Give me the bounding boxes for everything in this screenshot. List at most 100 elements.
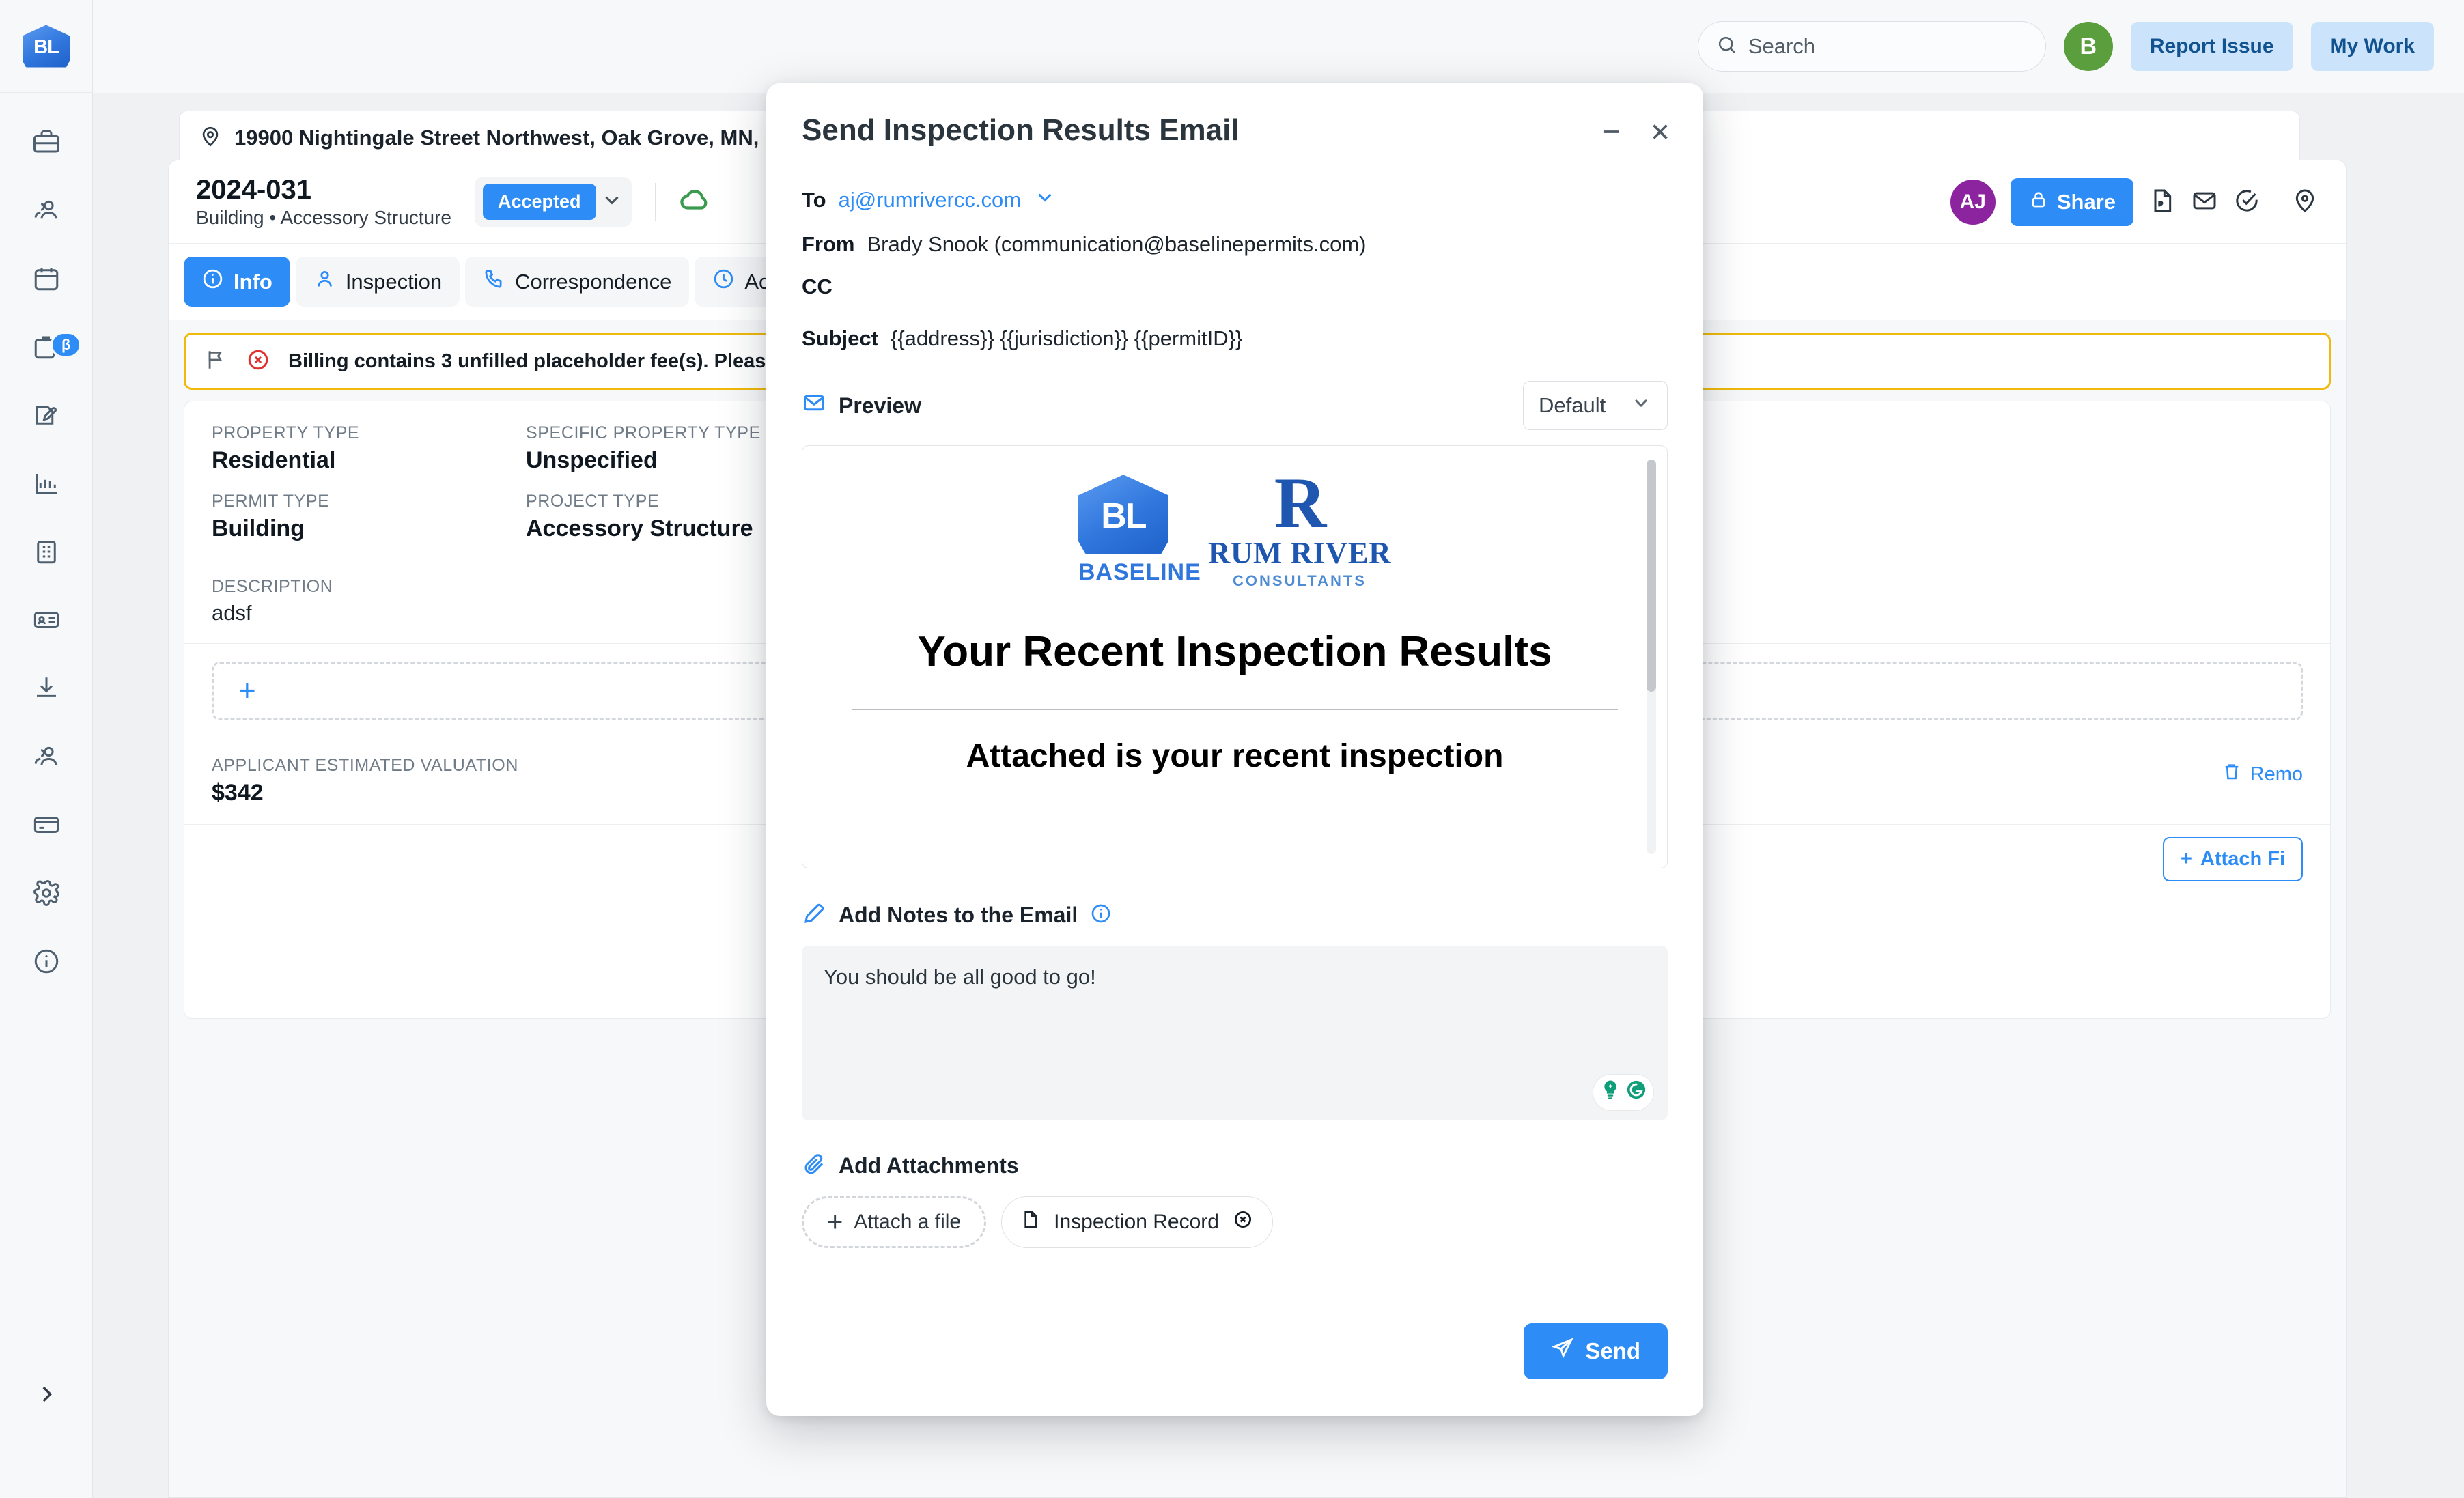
sidebar-item-jurisdictions[interactable] xyxy=(0,519,93,587)
remove-attachment-icon[interactable] xyxy=(1231,1208,1255,1236)
search-icon xyxy=(1716,34,1737,59)
sidebar-item-downloads[interactable] xyxy=(0,655,93,724)
phone-icon xyxy=(483,268,505,296)
field-label: PERMIT TYPE xyxy=(212,492,330,511)
from-value: Brady Snook (communication@baselinepermi… xyxy=(867,232,1367,256)
baseline-logo-icon: BL xyxy=(22,25,70,68)
field-permit-type: PERMIT TYPE Building xyxy=(212,492,526,542)
email-preview-content: BL BASELINE R RUM RIVER CONSULTANTS Your… xyxy=(802,446,1667,775)
close-icon[interactable] xyxy=(1647,119,1673,148)
sidebar-item-inspections[interactable]: β xyxy=(0,314,93,382)
bar-chart-icon xyxy=(32,469,61,501)
sidebar-item-contacts[interactable] xyxy=(0,178,93,246)
top-header-bar: Search B Report Issue My Work xyxy=(93,0,2464,93)
rum-river-name: RUM RIVER xyxy=(1207,536,1392,571)
notes-textarea[interactable]: You should be all good to go! xyxy=(802,946,1668,1120)
check-circle-icon[interactable] xyxy=(2233,187,2260,218)
grammarly-badge[interactable] xyxy=(1593,1074,1654,1111)
subject-label: Subject xyxy=(802,326,878,350)
plus-icon: + xyxy=(827,1207,843,1237)
status-badge[interactable]: Accepted xyxy=(482,184,596,220)
email-preview-box: BL BASELINE R RUM RIVER CONSULTANTS Your… xyxy=(802,445,1668,868)
sidebar-item-settings[interactable] xyxy=(0,860,93,929)
clock-icon xyxy=(712,268,735,296)
baseline-logo-icon: BL BASELINE xyxy=(1078,475,1201,586)
tab-inspection[interactable]: Inspection xyxy=(295,257,460,307)
template-select[interactable]: Default xyxy=(1523,381,1668,430)
chevron-down-icon[interactable] xyxy=(1033,186,1056,214)
person-icon xyxy=(313,268,336,296)
page-title: 2024-031 xyxy=(196,174,312,205)
my-work-button[interactable]: My Work xyxy=(2310,22,2434,71)
rum-river-initial: R xyxy=(1274,463,1327,543)
map-pin-icon[interactable] xyxy=(2291,187,2319,218)
notes-title: Add Notes to the Email xyxy=(839,903,1078,927)
sidebar-item-reports[interactable] xyxy=(0,451,93,519)
app-logo-text: BL xyxy=(33,36,59,58)
envelope-icon[interactable] xyxy=(2191,187,2218,218)
share-button[interactable]: Share xyxy=(2010,178,2133,226)
trash-icon xyxy=(2222,761,2242,787)
template-selected-value: Default xyxy=(1539,393,1606,417)
chevron-down-icon[interactable] xyxy=(600,188,624,215)
plus-icon: + xyxy=(2181,848,2192,870)
attach-field-button[interactable]: + Attach Fi xyxy=(2163,837,2303,881)
gear-icon xyxy=(32,879,61,911)
record-action-bar: AJ Share xyxy=(1950,178,2319,226)
remove-valuation-button[interactable]: Remo xyxy=(2222,761,2303,787)
warning-text: Billing contains 3 unfilled placeholder … xyxy=(288,350,813,372)
attachment-chip[interactable]: Inspection Record xyxy=(1001,1196,1273,1248)
attachments-title: Add Attachments xyxy=(839,1153,1019,1178)
attach-a-file-label: Attach a file xyxy=(854,1211,962,1233)
lightbulb-icon xyxy=(1599,1078,1622,1107)
send-button-label: Send xyxy=(1585,1338,1640,1363)
document-icon xyxy=(1020,1209,1041,1236)
sidebar-item-help[interactable] xyxy=(0,929,93,997)
report-issue-button[interactable]: Report Issue xyxy=(2130,22,2293,71)
notes-header: Add Notes to the Email xyxy=(802,901,1668,929)
email-logos: BL BASELINE R RUM RIVER CONSULTANTS xyxy=(802,463,1667,590)
send-plane-icon xyxy=(1551,1337,1574,1366)
cc-row[interactable]: CC xyxy=(802,274,1668,299)
pdf-icon[interactable] xyxy=(2148,187,2176,218)
info-icon[interactable] xyxy=(1090,903,1112,928)
location-pin-icon xyxy=(199,125,222,152)
tab-info-label: Info xyxy=(234,269,272,294)
sidebar-item-payments[interactable] xyxy=(0,792,93,860)
id-card-icon xyxy=(32,606,61,638)
info-icon xyxy=(32,947,61,979)
sync-cloud-icon[interactable] xyxy=(679,184,710,219)
search-input[interactable]: Search xyxy=(1697,21,2046,72)
document-edit-icon xyxy=(32,401,61,433)
tab-inspection-label: Inspection xyxy=(345,269,443,294)
avatar[interactable]: B xyxy=(2063,22,2113,71)
preview-scrollbar[interactable] xyxy=(1647,460,1656,692)
minimize-icon[interactable] xyxy=(1598,119,1624,148)
address-text: 19900 Nightingale Street Northwest, Oak … xyxy=(234,126,810,150)
people-icon xyxy=(32,742,61,774)
tab-info[interactable]: Info xyxy=(184,257,290,307)
sidebar-item-projects[interactable] xyxy=(0,109,93,178)
sidebar-item-licenses[interactable] xyxy=(0,587,93,655)
divider xyxy=(654,182,656,221)
preview-label-text: Preview xyxy=(839,393,921,418)
expand-sidebar-button[interactable] xyxy=(0,1383,93,1409)
app-logo[interactable]: BL xyxy=(0,0,93,93)
sidebar-item-plan-review[interactable] xyxy=(0,382,93,451)
modal-title: Send Inspection Results Email xyxy=(802,113,1240,147)
share-button-label: Share xyxy=(2056,190,2116,214)
paperclip-icon xyxy=(802,1152,826,1180)
grammarly-g-icon xyxy=(1625,1078,1648,1107)
rail-item-list: β xyxy=(0,109,92,997)
assignee-avatar[interactable]: AJ xyxy=(1950,180,1996,225)
to-row: To aj@rumrivercc.com xyxy=(802,186,1668,214)
attach-a-file-button[interactable]: + Attach a file xyxy=(802,1196,987,1248)
send-button[interactable]: Send xyxy=(1524,1323,1668,1379)
to-recipient[interactable]: aj@rumrivercc.com xyxy=(839,188,1021,212)
subject-row[interactable]: Subject {{address}} {{jurisdiction}} {{p… xyxy=(802,326,1668,351)
sidebar-item-calendar[interactable] xyxy=(0,246,93,314)
chevron-down-icon xyxy=(1630,392,1652,419)
tab-correspondence[interactable]: Correspondence xyxy=(465,257,690,307)
modal-footer: Send xyxy=(766,1323,1703,1416)
sidebar-item-users[interactable] xyxy=(0,724,93,792)
